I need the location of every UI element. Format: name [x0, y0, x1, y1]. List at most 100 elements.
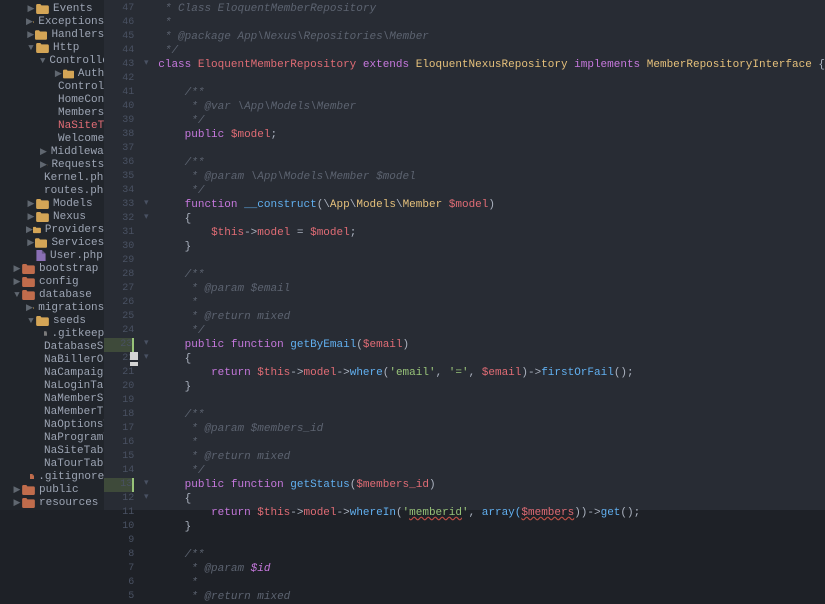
code-line[interactable]: } — [158, 240, 825, 254]
tree-item-requests[interactable]: ▶Requests — [0, 158, 104, 171]
tree-item-nabilleroptiondetailtableseeder-php[interactable]: NaBillerOptionDetailTableSeeder.php — [0, 353, 104, 366]
code-line[interactable] — [158, 72, 825, 86]
code-line[interactable]: * — [158, 576, 825, 590]
tree-item-controller-php[interactable]: Controller.php — [0, 80, 104, 93]
tree-item-seeds[interactable]: ▼seeds — [0, 314, 104, 327]
code-line[interactable]: public function getByEmail($email) — [158, 338, 825, 352]
code-line[interactable] — [158, 534, 825, 548]
code-line[interactable]: */ — [158, 324, 825, 338]
tree-item-natourtableseeder-php[interactable]: NaTourTableSeeder.php — [0, 457, 104, 470]
code-line[interactable]: * @package App\Nexus\Repositories\Member — [158, 30, 825, 44]
expand-arrow-icon[interactable]: ▶ — [12, 485, 22, 495]
tree-item-public[interactable]: ▶public — [0, 483, 104, 496]
fold-toggle-icon[interactable]: ▾ — [140, 212, 152, 226]
tree-item-database[interactable]: ▼database — [0, 288, 104, 301]
code-line[interactable]: { — [158, 492, 825, 506]
tree-item-routes-php[interactable]: routes.php — [0, 184, 104, 197]
tree-item-events[interactable]: ▶Events — [0, 2, 104, 15]
code-line[interactable]: { — [158, 212, 825, 226]
code-line[interactable]: /** — [158, 268, 825, 282]
tree-item-databaseseeder-php[interactable]: DatabaseSeeder.php — [0, 340, 104, 353]
expand-arrow-icon[interactable]: ▶ — [40, 147, 47, 157]
code-line[interactable]: function __construct(\App\Models\Member … — [158, 198, 825, 212]
expand-arrow-icon[interactable]: ▶ — [26, 17, 33, 27]
tree-item--gitignore[interactable]: .gitignore — [0, 470, 104, 483]
expand-arrow-icon[interactable]: ▶ — [26, 4, 36, 14]
expand-arrow-icon[interactable]: ▼ — [12, 290, 22, 300]
code-line[interactable]: */ — [158, 44, 825, 58]
expand-arrow-icon[interactable]: ▼ — [40, 56, 45, 66]
fold-toggle-icon[interactable]: ▾ — [140, 198, 152, 212]
tree-item-memberscontroller-php[interactable]: MembersController.php — [0, 106, 104, 119]
fold-column[interactable]: ▾▾▾▾▾▾▾ — [140, 0, 152, 510]
tree-item-http[interactable]: ▼Http — [0, 41, 104, 54]
code-line[interactable]: * @return mixed — [158, 590, 825, 604]
code-line[interactable]: * — [158, 16, 825, 30]
code-line[interactable]: /** — [158, 548, 825, 562]
code-line[interactable] — [158, 142, 825, 156]
code-line[interactable]: * — [158, 436, 825, 450]
tree-item--gitkeep[interactable]: .gitkeep — [0, 327, 104, 340]
fold-toggle-icon[interactable]: ▾ — [140, 58, 152, 72]
tree-item-config[interactable]: ▶config — [0, 275, 104, 288]
code-line[interactable]: /** — [158, 156, 825, 170]
tree-item-services[interactable]: ▶Services — [0, 236, 104, 249]
tree-item-exceptions[interactable]: ▶Exceptions — [0, 15, 104, 28]
code-line[interactable]: * @param $members_id — [158, 422, 825, 436]
code-area[interactable]: * Class EloquentMemberRepository * * @pa… — [152, 0, 825, 510]
code-editor[interactable]: 4746454443424140393837363534333231302928… — [104, 0, 825, 510]
code-line[interactable]: */ — [158, 114, 825, 128]
code-line[interactable]: class EloquentMemberRepository extends E… — [158, 58, 825, 72]
expand-arrow-icon[interactable]: ▼ — [26, 43, 36, 53]
code-line[interactable]: } — [158, 380, 825, 394]
fold-toggle-icon[interactable]: ▾ — [140, 338, 152, 352]
tree-item-kernel-php[interactable]: Kernel.php — [0, 171, 104, 184]
code-line[interactable]: * @return mixed — [158, 450, 825, 464]
expand-arrow-icon[interactable]: ▶ — [54, 69, 63, 79]
project-tree[interactable]: ▶Events▶Exceptions▶Handlers▼Http▼Control… — [0, 0, 104, 510]
tree-item-nexus[interactable]: ▶Nexus — [0, 210, 104, 223]
fold-toggle-icon[interactable]: ▾ — [140, 352, 152, 366]
expand-arrow-icon[interactable]: ▶ — [12, 264, 22, 274]
expand-arrow-icon[interactable]: ▶ — [12, 277, 22, 287]
tree-item-nalogintableseeder-php[interactable]: NaLoginTableSeeder.php — [0, 379, 104, 392]
tree-item-bootstrap[interactable]: ▶bootstrap — [0, 262, 104, 275]
code-line[interactable]: * @param $id — [158, 562, 825, 576]
expand-arrow-icon[interactable]: ▶ — [26, 303, 33, 313]
expand-arrow-icon[interactable]: ▶ — [26, 212, 36, 222]
code-line[interactable]: { — [158, 352, 825, 366]
tree-item-providers[interactable]: ▶Providers — [0, 223, 104, 236]
fold-toggle-icon[interactable]: ▾ — [140, 478, 152, 492]
code-line[interactable]: * @var \App\Models\Member — [158, 100, 825, 114]
code-line[interactable]: /** — [158, 86, 825, 100]
tree-item-controllers[interactable]: ▼Controllers — [0, 54, 104, 67]
code-line[interactable]: */ — [158, 184, 825, 198]
code-line[interactable]: * @param \App\Models\Member $model — [158, 170, 825, 184]
code-line[interactable]: * @param $email — [158, 282, 825, 296]
code-line[interactable]: * — [158, 296, 825, 310]
expand-arrow-icon[interactable]: ▶ — [40, 160, 47, 170]
code-line[interactable]: return $this->model->where('email', '=',… — [158, 366, 825, 380]
tree-item-models[interactable]: ▶Models — [0, 197, 104, 210]
code-line[interactable] — [158, 254, 825, 268]
code-line[interactable]: public $model; — [158, 128, 825, 142]
tree-item-handlers[interactable]: ▶Handlers — [0, 28, 104, 41]
fold-toggle-icon[interactable]: ▾ — [140, 492, 152, 506]
tree-item-nacampaigntableseeder-php[interactable]: NaCampaignTableSeeder.php — [0, 366, 104, 379]
tree-item-welcomecontroller-php[interactable]: WelcomeController.php — [0, 132, 104, 145]
code-line[interactable]: public function getStatus($members_id) — [158, 478, 825, 492]
code-line[interactable]: } — [158, 520, 825, 534]
expand-arrow-icon[interactable]: ▶ — [26, 30, 35, 40]
code-line[interactable]: /** — [158, 408, 825, 422]
code-line[interactable]: * Class EloquentMemberRepository — [158, 2, 825, 16]
tree-item-nasitetableseeder-php[interactable]: NaSiteTableSeeder.php — [0, 444, 104, 457]
tree-item-middleware[interactable]: ▶Middleware — [0, 145, 104, 158]
expand-arrow-icon[interactable]: ▶ — [12, 498, 22, 508]
code-line[interactable]: */ — [158, 464, 825, 478]
tree-item-namembertableseeder-php[interactable]: NaMemberTableSeeder.php — [0, 405, 104, 418]
tree-item-naoptionstableseeder-php[interactable]: NaOptionsTableSeeder.php — [0, 418, 104, 431]
tree-item-homecontroller-php[interactable]: HomeController.php — [0, 93, 104, 106]
tree-item-auth[interactable]: ▶Auth — [0, 67, 104, 80]
tree-item-user-php[interactable]: User.php — [0, 249, 104, 262]
tree-item-naprogramtableseeder-php[interactable]: NaProgramTableSeeder.php — [0, 431, 104, 444]
